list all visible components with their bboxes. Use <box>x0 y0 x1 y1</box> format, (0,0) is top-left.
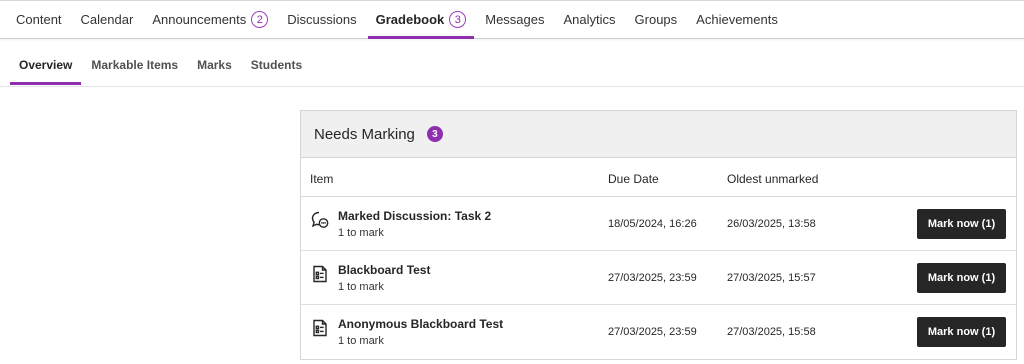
oldest-unmarked: 26/03/2025, 13:58 <box>727 218 816 230</box>
column-header-item: Item <box>310 172 334 186</box>
tab-label: Gradebook <box>375 12 445 27</box>
tab-discussions[interactable]: Discussions <box>287 1 356 38</box>
tab-label: Groups <box>634 12 678 27</box>
table-header: Item Due Date Oldest unmarked <box>301 158 1016 197</box>
tab-label: Analytics <box>563 12 616 27</box>
table-row: Marked Discussion: Task 2 1 to mark 18/0… <box>301 197 1016 251</box>
due-date: 18/05/2024, 16:26 <box>608 218 697 230</box>
divider <box>0 86 1024 87</box>
item-name[interactable]: Marked Discussion: Task 2 <box>338 209 491 223</box>
subtab-label: Overview <box>19 58 73 72</box>
oldest-unmarked: 27/03/2025, 15:58 <box>727 326 816 338</box>
test-document-icon <box>310 318 330 338</box>
tab-label: Achievements <box>696 12 778 27</box>
item-to-mark-count: 1 to mark <box>338 281 384 293</box>
count-badge: 2 <box>251 11 269 28</box>
table-row: Blackboard Test 1 to mark 27/03/2025, 23… <box>301 251 1016 305</box>
count-badge: 3 <box>449 11 467 28</box>
tab-content[interactable]: Content <box>16 1 62 38</box>
mark-now-button[interactable]: Mark now (1) <box>917 209 1006 239</box>
due-date: 27/03/2025, 23:59 <box>608 272 697 284</box>
tab-announcements[interactable]: Announcements 2 <box>152 1 269 38</box>
table-row: Anonymous Blackboard Test 1 to mark 27/0… <box>301 305 1016 359</box>
gradebook-subnav: Overview Markable Items Marks Students <box>10 56 321 85</box>
item-name[interactable]: Blackboard Test <box>338 263 430 277</box>
mark-now-button[interactable]: Mark now (1) <box>917 317 1006 347</box>
tab-groups[interactable]: Groups <box>635 1 678 38</box>
tab-label: Content <box>16 12 62 27</box>
item-to-mark-count: 1 to mark <box>338 227 384 239</box>
subtab-label: Marks <box>197 58 232 72</box>
needs-marking-panel: Needs Marking 3 Item Due Date Oldest unm… <box>300 110 1017 360</box>
tab-label: Announcements <box>152 12 247 27</box>
subtab-label: Markable Items <box>91 58 179 72</box>
tab-messages[interactable]: Messages <box>485 1 544 38</box>
mark-now-button[interactable]: Mark now (1) <box>917 263 1006 293</box>
tab-calendar[interactable]: Calendar <box>81 1 134 38</box>
tab-analytics[interactable]: Analytics <box>564 1 616 38</box>
item-name[interactable]: Anonymous Blackboard Test <box>338 317 503 331</box>
tab-achievements[interactable]: Achievements <box>696 1 778 38</box>
tab-label: Discussions <box>287 12 357 27</box>
tab-label: Calendar <box>80 12 134 27</box>
needs-marking-count-badge: 3 <box>426 126 443 142</box>
item-to-mark-count: 1 to mark <box>338 335 384 347</box>
tab-gradebook[interactable]: Gradebook 3 <box>367 1 474 39</box>
subtab-marks[interactable]: Marks <box>197 56 232 83</box>
discussion-icon <box>310 210 330 230</box>
subtab-students[interactable]: Students <box>251 56 302 83</box>
column-header-oldest-unmarked: Oldest unmarked <box>727 172 819 186</box>
panel-title: Needs Marking <box>314 125 415 143</box>
subtab-markable-items[interactable]: Markable Items <box>91 56 178 83</box>
subtab-label: Students <box>250 58 303 72</box>
test-document-icon <box>310 264 330 284</box>
subtab-overview[interactable]: Overview <box>10 56 82 85</box>
oldest-unmarked: 27/03/2025, 15:57 <box>727 272 816 284</box>
due-date: 27/03/2025, 23:59 <box>608 326 697 338</box>
column-header-due-date: Due Date <box>608 172 659 186</box>
course-navigation: Content Calendar Announcements 2 Discussi… <box>0 0 1024 39</box>
tab-label: Messages <box>485 12 545 27</box>
panel-header: Needs Marking 3 <box>301 111 1016 158</box>
